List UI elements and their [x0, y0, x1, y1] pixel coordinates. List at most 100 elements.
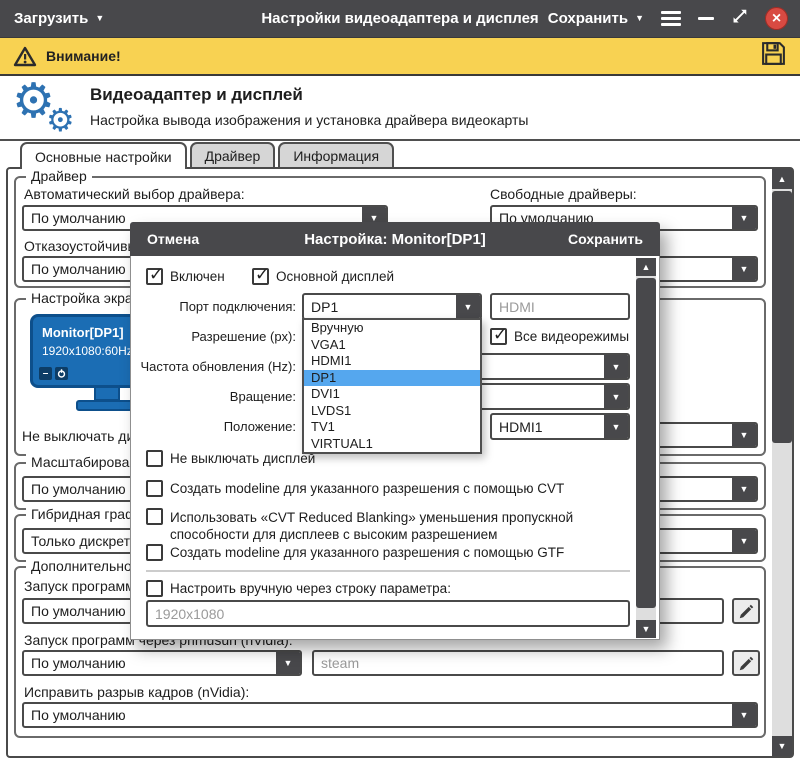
gtf-checkbox[interactable]	[146, 544, 163, 561]
save-menu-button[interactable]: Сохранить ▼	[548, 0, 644, 37]
scroll-up-button[interactable]: ▲	[772, 169, 792, 189]
keep-on-checkbox[interactable]	[146, 450, 163, 467]
caret-down-icon: ▼	[732, 530, 756, 552]
primary-display-checkbox[interactable]	[252, 268, 269, 285]
monitor-minimize-icon[interactable]: –	[39, 367, 52, 380]
port-option[interactable]: HDMI1	[304, 353, 480, 370]
dialog-scrollbar-thumb[interactable]	[636, 278, 656, 608]
all-modes-label: Все видеорежимы	[514, 329, 629, 344]
pencil-icon	[739, 656, 754, 671]
caret-down-icon: ▼	[604, 385, 628, 408]
port-value: DP1	[304, 295, 456, 318]
run1-label: Запуск программ ч	[24, 578, 146, 594]
close-icon: ×	[772, 10, 781, 28]
resolution-label: Разрешение (px):	[191, 329, 296, 344]
cvt-checkbox[interactable]	[146, 480, 163, 497]
page-header: ⚙ ⚙ Видеоадаптер и дисплей Настройка выв…	[0, 76, 800, 141]
enabled-checkbox[interactable]	[146, 268, 163, 285]
scroll-down-button[interactable]: ▼	[772, 736, 792, 756]
position-display-select[interactable]: HDMI1 ▼	[490, 413, 630, 440]
dialog-scroll-up-button[interactable]: ▲	[636, 258, 656, 276]
tab-information[interactable]: Информация	[278, 142, 394, 167]
monitor-base	[76, 400, 138, 411]
run2-value: По умолчанию	[24, 652, 276, 674]
tab-driver[interactable]: Драйвер	[190, 142, 276, 167]
expand-icon	[731, 8, 748, 25]
cvt-rb-label: Использовать «CVT Reduced Blanking» умен…	[170, 509, 632, 543]
free-drivers-label: Свободные драйверы:	[490, 186, 637, 202]
maximize-button[interactable]	[731, 8, 748, 30]
menu-icon[interactable]	[661, 11, 681, 26]
gtf-label: Создать modeline для указанного разрешен…	[170, 545, 564, 560]
run1-edit-button[interactable]	[732, 598, 760, 624]
monitor-power-icon[interactable]	[55, 367, 68, 380]
fix-tearing-value: По умолчанию	[24, 704, 732, 726]
warning-message: Внимание!	[13, 46, 121, 67]
run2-edit-button[interactable]	[732, 650, 760, 676]
port-option[interactable]: LVDS1	[304, 403, 480, 420]
port-select[interactable]: DP1 ▼	[302, 293, 482, 320]
run2-select[interactable]: По умолчанию ▼	[22, 650, 302, 676]
driver-group-legend: Драйвер	[26, 168, 92, 184]
dialog-save-button[interactable]: Сохранить	[568, 222, 643, 256]
minimize-icon	[698, 17, 714, 20]
caret-down-icon: ▼	[456, 295, 480, 318]
screen-note: Не выключать ди	[22, 428, 134, 444]
port-option[interactable]: VIRTUAL1	[304, 436, 480, 453]
titlebar: Загрузить ▼ Настройки видеоадаптера и ди…	[0, 0, 800, 37]
port-option[interactable]: Вручную	[304, 320, 480, 337]
enabled-label: Включен	[170, 269, 225, 284]
monitor-settings-dialog: Отмена Настройка: Monitor[DP1] Сохранить…	[130, 222, 660, 640]
dialog-header: Отмена Настройка: Monitor[DP1] Сохранить	[130, 222, 660, 256]
tab-bar: Основные настройки Драйвер Информация	[20, 142, 394, 169]
caret-down-icon: ▼	[732, 478, 756, 500]
port-option[interactable]: DP1	[304, 370, 480, 387]
port-option[interactable]: TV1	[304, 419, 480, 436]
save-menu-label: Сохранить	[548, 10, 628, 27]
refresh-label: Частота обновления (Hz):	[140, 359, 296, 374]
port-option[interactable]: VGA1	[304, 337, 480, 354]
primary-display-label: Основной дисплей	[276, 269, 394, 284]
save-file-button[interactable]	[760, 40, 787, 72]
cvt-rb-checkbox[interactable]	[146, 508, 163, 525]
run2-input[interactable]	[312, 650, 724, 676]
manual-mode-checkbox[interactable]	[146, 580, 163, 597]
caret-down-icon: ▼	[276, 652, 300, 674]
warning-triangle-icon	[13, 46, 37, 67]
auto-driver-label: Автоматический выбор драйвера:	[24, 186, 245, 202]
caret-down-icon: ▼	[732, 258, 756, 280]
caret-down-icon: ▼	[604, 355, 628, 378]
fix-tearing-label: Исправить разрыв кадров (nVidia):	[24, 684, 249, 700]
caret-down-icon: ▼	[604, 415, 628, 438]
page-subtitle: Настройка вывода изображения и установка…	[90, 112, 528, 128]
caret-down-icon: ▼	[732, 207, 756, 229]
port-label: Порт подключения:	[179, 299, 296, 314]
failsafe-label: Отказоустойчивый	[24, 238, 145, 254]
titlebar-actions: Сохранить ▼ ×	[548, 0, 788, 37]
manual-mode-label: Настроить вручную через строку параметра…	[170, 581, 451, 596]
page-title: Видеоадаптер и дисплей	[90, 85, 303, 105]
port-options-list: Вручную VGA1 HDMI1 DP1 DVI1 LVDS1 TV1 VI…	[302, 318, 482, 454]
chevron-down-icon: ▼	[635, 14, 644, 23]
monitor-mode: 1920x1080:60Hz	[42, 344, 133, 358]
port-input[interactable]	[490, 293, 630, 320]
pencil-icon	[739, 604, 754, 619]
position-label: Положение:	[224, 419, 296, 434]
position-display-value: HDMI1	[492, 415, 604, 438]
app-window: Загрузить ▼ Настройки видеоадаптера и ди…	[0, 0, 800, 767]
main-scrollbar-thumb[interactable]	[772, 191, 792, 443]
divider	[146, 570, 630, 572]
close-button[interactable]: ×	[765, 7, 788, 30]
tab-basic-settings[interactable]: Основные настройки	[20, 142, 187, 169]
warning-label: Внимание!	[46, 48, 121, 64]
minimize-button[interactable]	[698, 17, 714, 20]
fix-tearing-select[interactable]: По умолчанию ▼	[22, 702, 758, 728]
all-modes-checkbox[interactable]	[490, 328, 507, 345]
port-option[interactable]: DVI1	[304, 386, 480, 403]
monitor-name: Monitor[DP1]	[42, 325, 124, 340]
warning-bar: Внимание!	[0, 37, 800, 76]
caret-down-icon: ▼	[732, 424, 756, 446]
manual-mode-input[interactable]	[146, 600, 630, 627]
caret-down-icon: ▼	[732, 704, 756, 726]
dialog-scroll-down-button[interactable]: ▼	[636, 620, 656, 638]
